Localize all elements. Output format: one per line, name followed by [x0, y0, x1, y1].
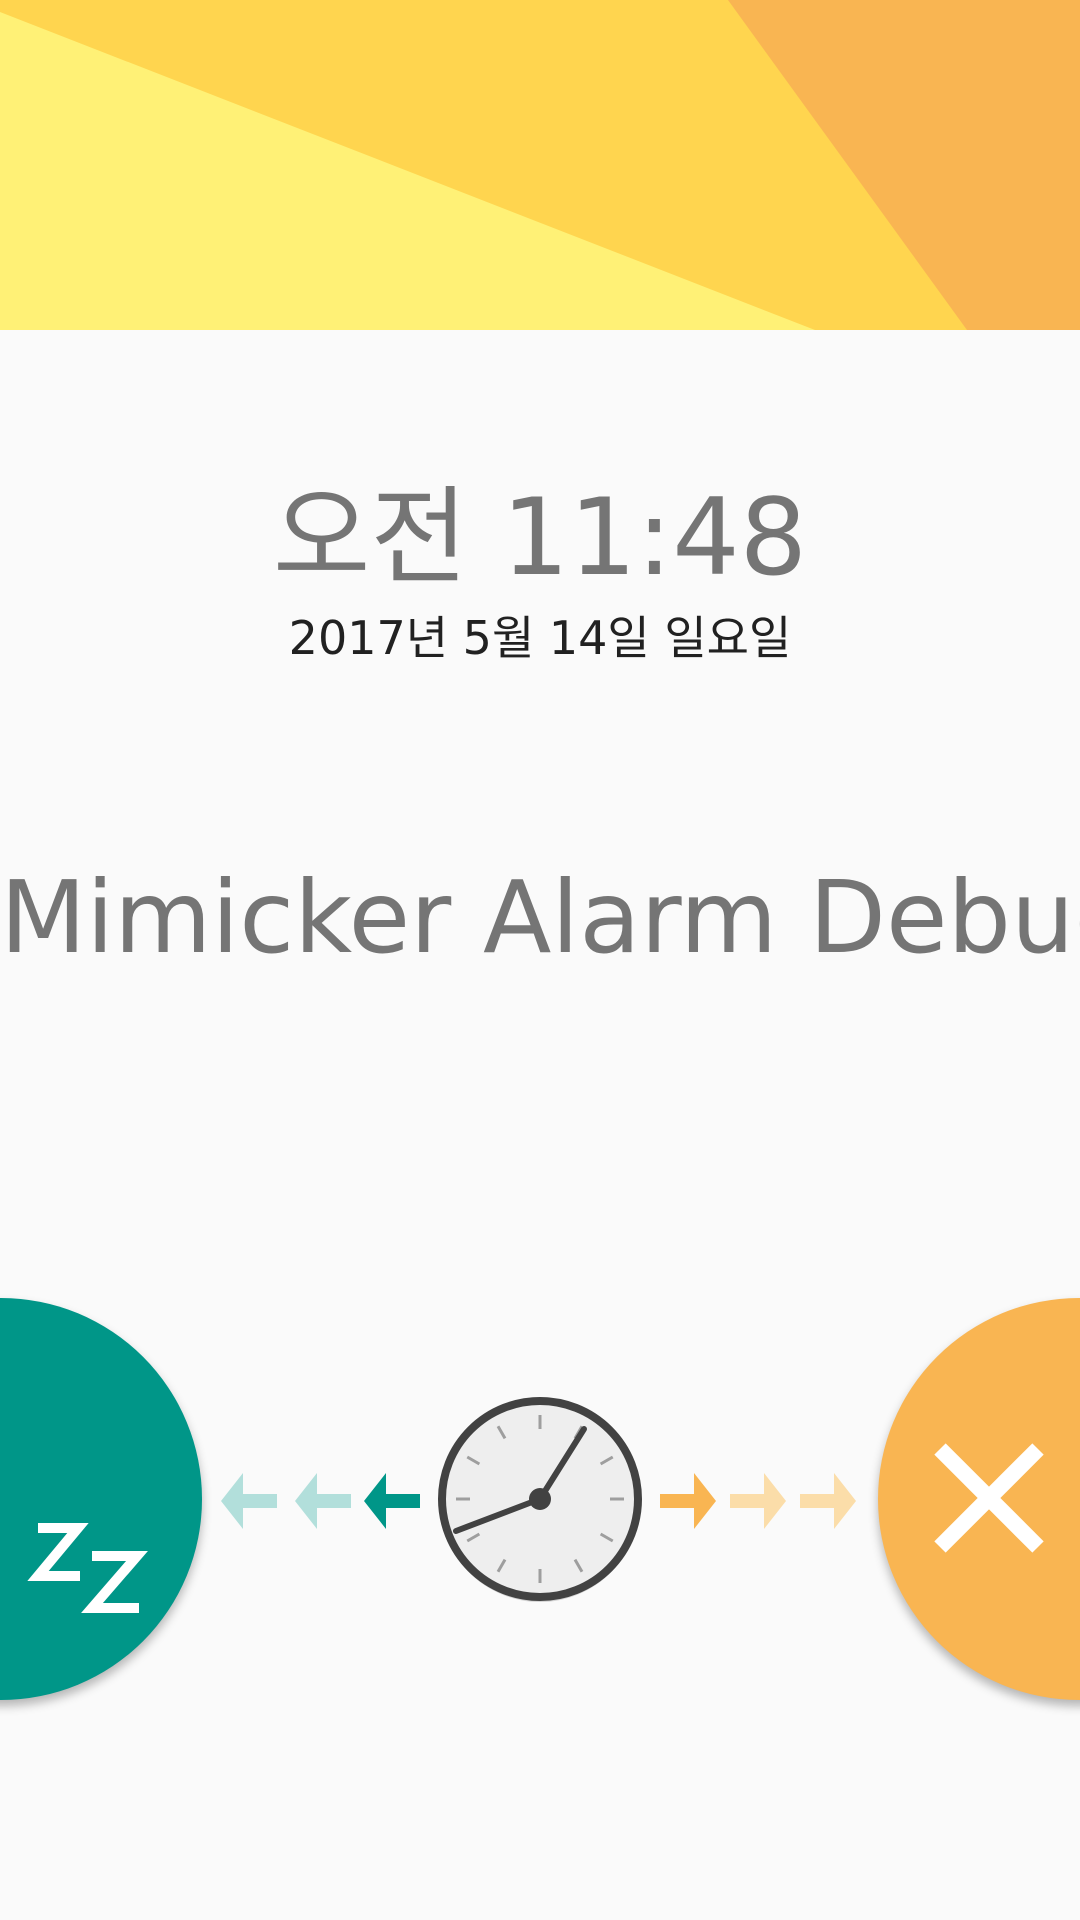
- dismiss-button[interactable]: [878, 1298, 1080, 1700]
- arrow-right-icon: [660, 1473, 716, 1529]
- arrow-right-icon: [730, 1473, 786, 1529]
- header-banner: [0, 0, 1080, 330]
- arrow-right-icon: [800, 1473, 856, 1529]
- snooze-button[interactable]: [0, 1298, 202, 1700]
- alarm-date: 2017년 5월 14일 일요일: [288, 611, 792, 665]
- arrow-left-icon: [221, 1473, 277, 1529]
- snooze-zz-icon: [27, 1523, 148, 1613]
- clock-icon: [438, 1397, 642, 1602]
- clock-drag-handle[interactable]: [434, 1393, 646, 1605]
- alarm-ringing-screen: 오전 11:48 2017년 5월 14일 일요일 Mimicker Alarm…: [0, 0, 1080, 1920]
- close-x-icon: [934, 1443, 1044, 1553]
- arrow-left-icon: [295, 1473, 351, 1529]
- banner-graphic: [0, 0, 1080, 330]
- alarm-title: Mimicker Alarm Debug: [0, 859, 1080, 976]
- clock-center: [529, 1488, 551, 1510]
- snooze-z-lower: [81, 1551, 148, 1613]
- arrow-left-icon: [364, 1473, 420, 1529]
- snooze-z-upper: [27, 1523, 89, 1581]
- alarm-time: 오전 11:48: [272, 476, 808, 599]
